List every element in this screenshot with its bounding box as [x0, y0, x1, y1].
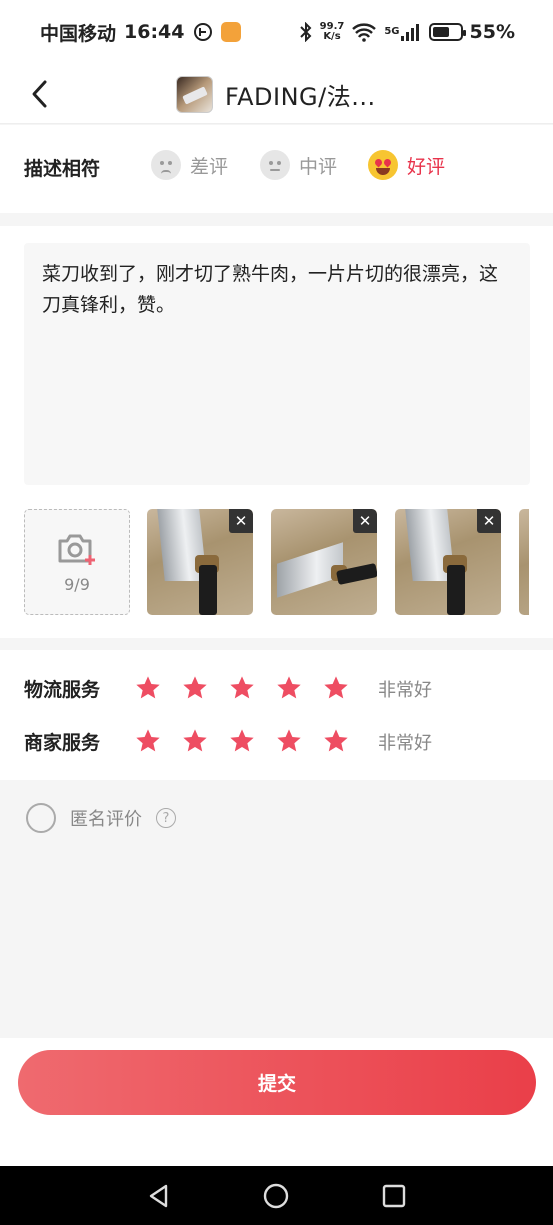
service-row-merchant: 商家服务 非常好 [0, 721, 553, 761]
star-icon[interactable] [228, 674, 256, 702]
service-value: 非常好 [378, 733, 432, 754]
rating-option-neutral[interactable]: 中评 [260, 150, 337, 180]
photo-thumbnail[interactable] [519, 509, 529, 615]
service-label: 物流服务 [24, 679, 101, 701]
neutral-face-icon [260, 150, 290, 180]
rating-option-label: 好评 [407, 155, 446, 178]
rating-option-label: 差评 [190, 155, 229, 178]
nav-recents-icon[interactable] [381, 1183, 407, 1209]
add-photo-button[interactable]: 9/9 [24, 509, 130, 615]
app-notification-icon [220, 22, 241, 42]
description-rating: 描述相符 差评 中评 好评 [0, 125, 553, 213]
star-icon[interactable] [228, 727, 256, 755]
heart-eyes-face-icon [368, 150, 398, 180]
remove-photo-icon[interactable]: ✕ [477, 509, 501, 533]
battery-icon [428, 23, 466, 41]
star-icon[interactable] [181, 727, 209, 755]
help-icon[interactable]: ? [156, 808, 176, 828]
bluetooth-icon [299, 22, 313, 42]
rating-option-good[interactable]: 好评 [368, 150, 445, 180]
anonymous-radio[interactable] [26, 803, 56, 833]
page-title: FADING/法... [225, 82, 376, 111]
wifi-icon [351, 22, 377, 42]
net-speed-unit: K/s [323, 31, 341, 42]
product-thumbnail [176, 75, 213, 113]
submit-area: 提交 [0, 1038, 553, 1166]
system-nav-bar [0, 1166, 553, 1225]
network-type: 5G [384, 26, 400, 37]
star-icon[interactable] [275, 674, 303, 702]
review-text-input[interactable]: 菜刀收到了，刚才切了熟牛肉，一片片切的很漂亮，这刀真锋利，赞。 [24, 243, 530, 485]
signal-icon: 5G [384, 22, 421, 42]
camera-plus-icon [58, 534, 95, 565]
star-icon[interactable] [134, 674, 162, 702]
photo-strip[interactable]: 9/9 ✕ ✕ ✕ [24, 509, 529, 615]
service-row-logistics: 物流服务 非常好 [0, 668, 553, 708]
remove-photo-icon[interactable]: ✕ [229, 509, 253, 533]
review-text: 菜刀收到了，刚才切了熟牛肉，一片片切的很漂亮，这刀真锋利，赞。 [42, 263, 499, 316]
battery-percent: 55% [469, 21, 515, 43]
data-saver-icon [193, 22, 213, 42]
service-value: 非常好 [378, 680, 432, 701]
nav-home-icon[interactable] [263, 1183, 289, 1209]
star-icon[interactable] [275, 727, 303, 755]
submit-button[interactable]: 提交 [18, 1050, 536, 1115]
photo-count: 9/9 [64, 574, 90, 594]
back-button[interactable] [20, 74, 60, 114]
rating-option-label: 中评 [299, 155, 338, 178]
nav-back-icon[interactable] [146, 1183, 172, 1209]
star-icon[interactable] [322, 727, 350, 755]
sad-face-icon [151, 150, 181, 180]
review-card: 菜刀收到了，刚才切了熟牛肉，一片片切的很漂亮，这刀真锋利，赞。 9/9 ✕ ✕ … [0, 226, 553, 638]
rating-option-bad[interactable]: 差评 [151, 150, 228, 180]
star-icon[interactable] [134, 727, 162, 755]
photo-thumbnail[interactable]: ✕ [395, 509, 501, 615]
net-speed: 99.7 K/s [320, 22, 345, 42]
service-label: 商家服务 [24, 732, 101, 754]
star-icon[interactable] [181, 674, 209, 702]
anonymous-review-row[interactable]: 匿名评价 ? [26, 803, 176, 833]
photo-thumbnail[interactable]: ✕ [147, 509, 253, 615]
header-title-group: FADING/法... [176, 74, 376, 114]
clock: 16:44 [124, 21, 185, 43]
rating-label: 描述相符 [24, 158, 101, 180]
header: FADING/法... [0, 64, 553, 124]
status-bar: 中国移动 16:44 99.7 K/s 5G 55% [0, 0, 553, 64]
chevron-left-icon [32, 80, 47, 108]
star-icon[interactable] [322, 674, 350, 702]
photo-thumbnail[interactable]: ✕ [271, 509, 377, 615]
remove-photo-icon[interactable]: ✕ [353, 509, 377, 533]
carrier-label: 中国移动 [40, 22, 117, 45]
anonymous-label: 匿名评价 [70, 809, 142, 830]
service-ratings: 物流服务 非常好 商家服务 非常好 [0, 650, 553, 780]
